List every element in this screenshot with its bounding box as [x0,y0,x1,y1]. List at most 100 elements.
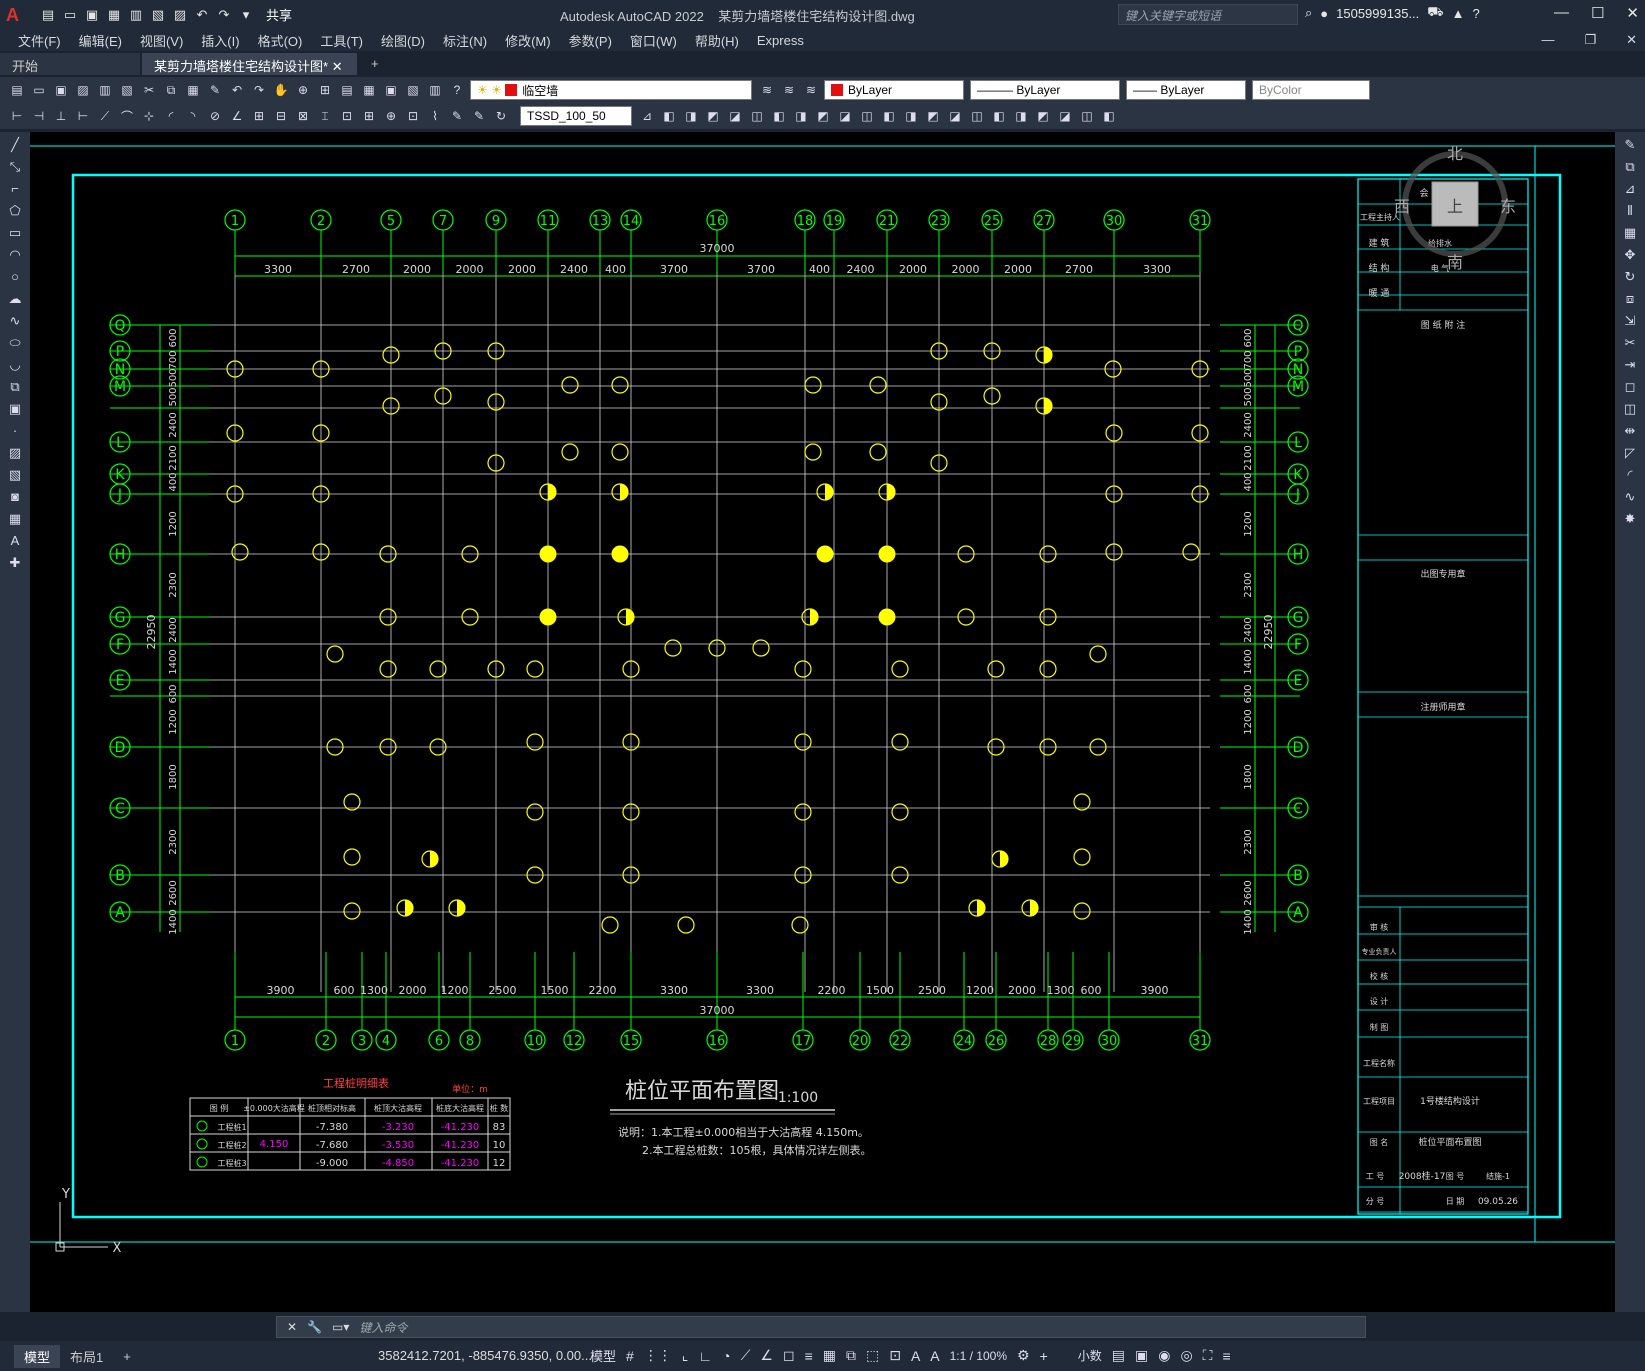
radius-dim-icon[interactable]: ◜ [162,107,180,125]
tab-close-icon[interactable]: ✕ [332,59,343,74]
plotstyle-dropdown[interactable]: ByColor [1252,80,1370,100]
modify-icon-14[interactable]: ◪ [946,107,964,125]
fillet-icon[interactable]: ◜ [1619,466,1641,484]
user-name[interactable]: 1505999135... [1336,6,1419,21]
modify-icon-10[interactable]: ◫ [858,107,876,125]
tab-document[interactable]: 某剪力墙塔楼住宅结构设计图* ✕ [142,53,357,75]
layer-prev-icon[interactable]: ≋ [758,81,776,99]
isodraft-icon[interactable]: ⟋ [741,1347,751,1364]
gradient-icon[interactable]: ▧ [4,466,26,484]
saveas-icon[interactable]: ▦ [104,5,124,25]
redo-icon[interactable]: ↷ [250,81,268,99]
save-icon[interactable]: ▣ [52,81,70,99]
modify-icon-5[interactable]: ◫ [748,107,766,125]
explode-icon[interactable]: ✸ [1619,510,1641,528]
modify-icon-17[interactable]: ◨ [1012,107,1030,125]
print-icon[interactable]: ▨ [74,81,92,99]
spline-icon[interactable]: ∿ [4,312,26,330]
help-icon[interactable]: ? [448,81,466,99]
isolate-icon[interactable]: ◉ [1158,1347,1170,1364]
angular-dim-icon[interactable]: ∠ [228,107,246,125]
copy-icon[interactable]: ⧉ [162,81,180,99]
modify-icon-19[interactable]: ◪ [1056,107,1074,125]
dimstyle-dropdown[interactable]: TSSD_100_50 [520,106,632,126]
cmd-custom-icon[interactable]: 🔧 [307,1320,322,1334]
break-point-icon[interactable]: ◻ [1619,378,1641,396]
zoom-icon[interactable]: ⊕ [294,81,312,99]
new-icon[interactable]: ▤ [38,5,58,25]
modify-icon-7[interactable]: ◨ [792,107,810,125]
print-icon[interactable]: ▨ [170,5,190,25]
color-dropdown[interactable]: ByLayer [824,80,964,100]
clean-screen-icon[interactable]: ⛶ [1203,1347,1213,1364]
ortho-icon[interactable]: ∟ [698,1348,712,1364]
open-icon[interactable]: ▭ [30,81,48,99]
circle-icon[interactable]: ○ [4,268,26,286]
inspect-icon[interactable]: ⊡ [404,107,422,125]
move-icon[interactable]: ✥ [1619,246,1641,264]
mirror-icon[interactable]: ⊿ [1619,180,1641,198]
dim-icon-3[interactable]: ⊥ [52,107,70,125]
modify-icon-20[interactable]: ◫ [1078,107,1096,125]
menu-item-7[interactable]: 标注(N) [443,31,487,50]
preview-icon[interactable]: ▥ [96,81,114,99]
search-input[interactable]: 键入关键字或短语 [1118,4,1298,25]
jog-line-icon[interactable]: ⌇ [426,107,444,125]
web-save-icon[interactable]: ▧ [148,5,168,25]
menu-item-10[interactable]: 窗口(W) [630,31,677,50]
new-icon[interactable]: ▤ [8,81,26,99]
modify-icon-13[interactable]: ◩ [924,107,942,125]
modify-icon-6[interactable]: ◧ [770,107,788,125]
line-icon[interactable]: ╱ [4,136,26,154]
redo-icon[interactable]: ↷ [214,5,234,25]
modify-icon-3[interactable]: ◩ [704,107,722,125]
menu-item-8[interactable]: 修改(M) [505,31,551,50]
paste-icon[interactable]: ▦ [184,81,202,99]
lineweight-dropdown[interactable]: —— ByLayer [1126,80,1246,100]
dim-icon-2[interactable]: ⊣ [30,107,48,125]
quick-properties-icon[interactable]: ▤ [1112,1347,1125,1364]
menu-item-0[interactable]: 文件(F) [18,31,61,50]
arc-icon[interactable]: ◠ [4,246,26,264]
cart-icon[interactable]: ⛟ [1427,4,1443,22]
add-layout-icon[interactable]: + [113,1347,141,1366]
mtext-icon[interactable]: A [4,532,26,550]
dynamic-ucs-icon[interactable]: ⊡ [889,1347,901,1364]
autoscale-icon[interactable]: A [930,1348,939,1364]
grid-icon[interactable]: # [626,1348,634,1364]
layer-states-icon[interactable]: ≋ [780,81,798,99]
doc-restore-icon[interactable]: ❐ [1584,32,1596,48]
match-icon[interactable]: ✎ [206,81,224,99]
modify-icon-21[interactable]: ◧ [1100,107,1118,125]
hardware-accel-icon[interactable]: ◎ [1180,1347,1192,1364]
cmd-close-icon[interactable]: ✕ [287,1320,297,1334]
ordinate-dim-icon[interactable]: ⊹ [140,107,158,125]
add-selected-icon[interactable]: ✚ [4,554,26,572]
linetype-dropdown[interactable]: ——— ByLayer [970,80,1120,100]
menu-item-1[interactable]: 编辑(E) [79,31,122,50]
menu-item-11[interactable]: 帮助(H) [695,31,739,50]
modify-icon-2[interactable]: ◨ [682,107,700,125]
osnap-icon[interactable]: ◻ [783,1347,795,1364]
tab-layout1[interactable]: 布局1 [60,1345,113,1368]
menu-item-3[interactable]: 插入(I) [201,31,239,50]
dim-icon-1[interactable]: ⊢ [8,107,26,125]
dim-update-icon[interactable]: ↻ [492,107,510,125]
polar-icon[interactable]: ◔ [722,1348,730,1364]
diameter-dim-icon[interactable]: ⊘ [206,107,224,125]
customize-icon[interactable]: ≡ [1222,1348,1230,1364]
hatch-icon[interactable]: ▨ [4,444,26,462]
infer-icon[interactable]: ⌞ [682,1347,689,1364]
save-icon[interactable]: ▣ [82,5,102,25]
drawing-canvas[interactable]: Q Q P P N N M M L L K K J J H H G G F F E E D D C C B B A A 1 2 5 7 9 11 13 1… [30,132,1615,1312]
publish-icon[interactable]: ▧ [118,81,136,99]
chamfer-icon[interactable]: ◸ [1619,444,1641,462]
modify-icon-18[interactable]: ◩ [1034,107,1052,125]
blend-icon[interactable]: ∿ [1619,488,1641,506]
region-icon[interactable]: ◙ [4,488,26,506]
revcloud-icon[interactable]: ☁ [4,290,26,308]
extend-icon[interactable]: ⇥ [1619,356,1641,374]
lineweight-icon[interactable]: ≡ [805,1348,813,1364]
layer-dropdown[interactable]: ☀ ☀ 临空墙 [470,80,752,100]
maximize-icon[interactable]: ☐ [1591,4,1604,22]
